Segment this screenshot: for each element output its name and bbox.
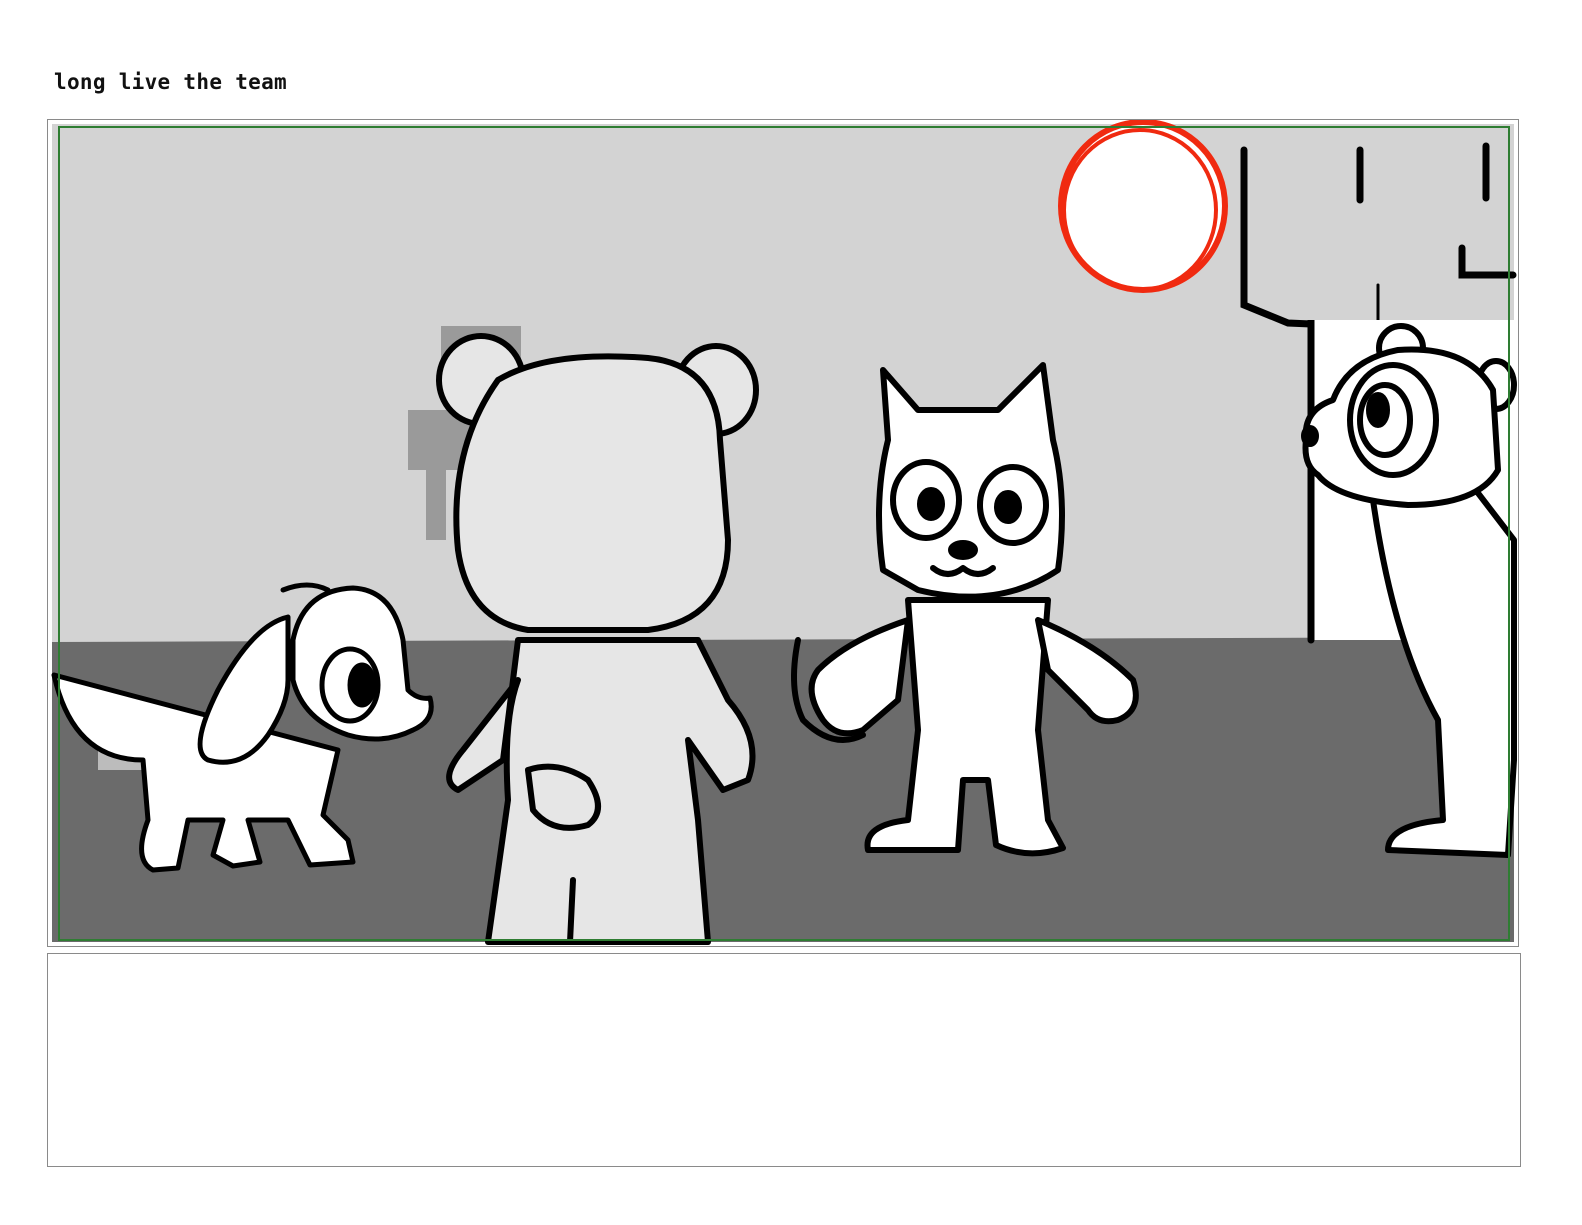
panel-drawing bbox=[51, 120, 1517, 945]
storyboard-panel bbox=[47, 119, 1519, 947]
sun-icon bbox=[1058, 120, 1228, 293]
notes-box[interactable] bbox=[47, 953, 1521, 1167]
scene-title: long live the team bbox=[54, 70, 287, 94]
